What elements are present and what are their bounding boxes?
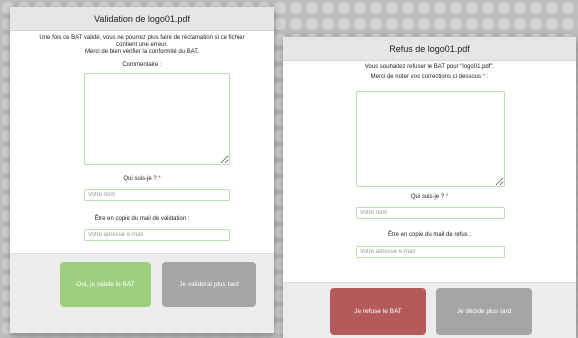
validation-dialog-footer: Oui, je valide le BAT Je validerai plus … <box>10 253 274 333</box>
who-label: Qui suis-je ? * <box>10 175 274 183</box>
validation-email-input[interactable] <box>84 229 230 241</box>
validation-comment-textarea[interactable] <box>84 73 230 165</box>
refusal-email-input[interactable] <box>356 246 505 258</box>
refusal-who-label-text: Qui suis-je ? <box>410 194 445 200</box>
required-asterisk: * <box>445 194 449 200</box>
refusal-name-input[interactable] <box>356 207 505 219</box>
validation-warning-line3: Merci de bien vérifier la conformité du … <box>85 49 199 55</box>
refusal-intro: Vous souhaitez refuser le BAT pour "logo… <box>364 64 495 70</box>
refusal-copy-label: Être en copie du mail de refus : <box>387 232 472 238</box>
refusal-who-label: Qui suis-je ? * <box>283 193 576 201</box>
refusal-instruction-text: Merci de noter vos corrections ci dessou… <box>370 74 482 80</box>
copy-label: Être en copie du mail de validation : <box>94 216 190 222</box>
validation-name-input[interactable] <box>84 189 230 201</box>
validation-warning-line1: Une fois ce BAT validé, vous ne pourrez … <box>39 35 245 41</box>
decide-later-button[interactable]: Je décide plus tard <box>436 288 532 335</box>
validation-dialog-title: Validation de logo01.pdf <box>10 7 274 31</box>
refusal-instruction-colon: : <box>486 74 489 80</box>
refusal-comment-textarea[interactable] <box>356 91 505 187</box>
who-label-text: Qui suis-je ? <box>123 176 157 182</box>
validate-later-button[interactable]: Je validerai plus tard <box>162 262 256 307</box>
refusal-dialog-footer: Je refuse le BAT Je décide plus tard <box>283 282 576 338</box>
confirm-validation-button[interactable]: Oui, je valide le BAT <box>60 262 151 307</box>
refuse-bat-button[interactable]: Je refuse le BAT <box>330 288 426 335</box>
required-asterisk: * <box>482 74 486 80</box>
required-asterisk: * <box>158 176 161 182</box>
refusal-dialog-title: Refus de logo01.pdf <box>283 37 576 61</box>
validation-warning: Une fois ce BAT validé, vous ne pourrez … <box>10 35 274 56</box>
refusal-instruction: Merci de noter vos corrections ci dessou… <box>283 74 576 81</box>
validation-dialog: Validation de logo01.pdf Une fois ce BAT… <box>10 7 274 333</box>
comment-label: Commentaire : <box>122 62 162 68</box>
refusal-dialog: Refus de logo01.pdf Vous souhaitez refus… <box>283 37 576 338</box>
validation-warning-line2: contient une erreur. <box>116 42 168 48</box>
